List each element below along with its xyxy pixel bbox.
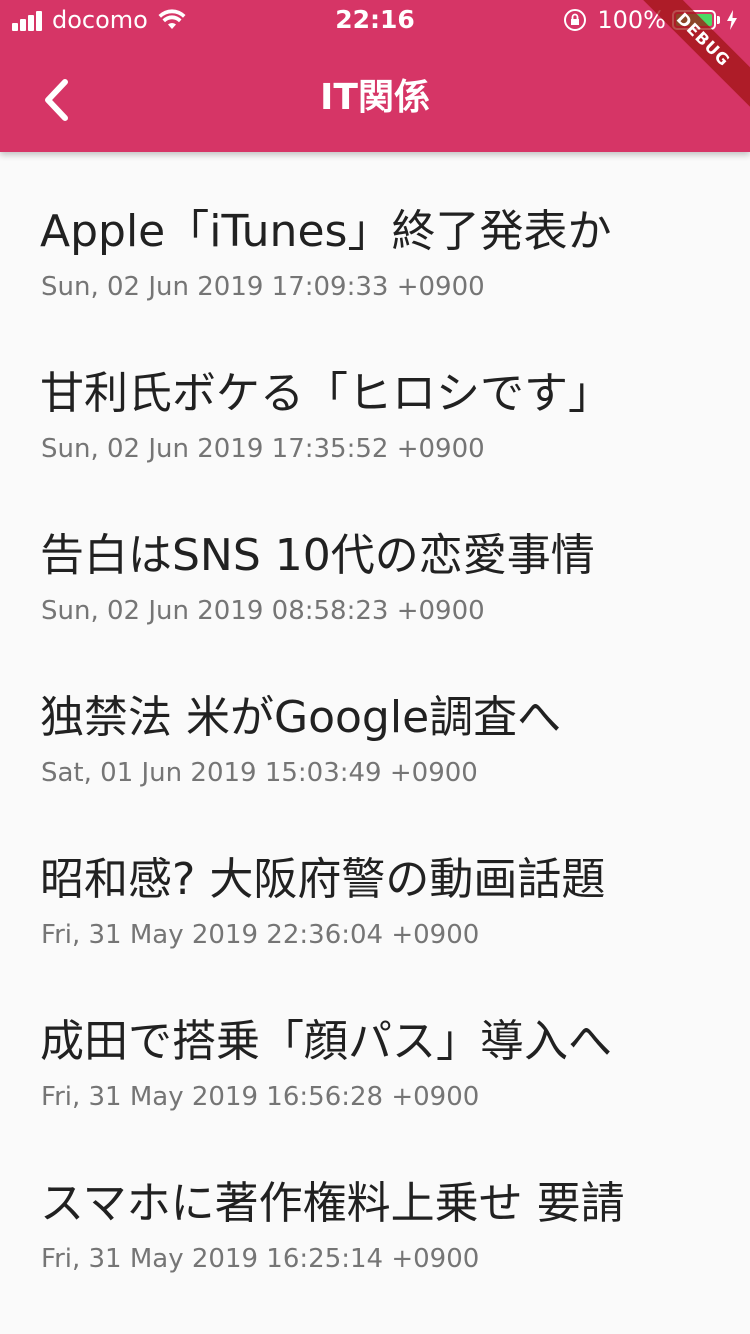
article-title: 独禁法 米がGoogle調査へ	[40, 692, 562, 743]
battery-tip	[717, 16, 720, 24]
article-date: Sat, 01 Jun 2019 15:03:49 +0900	[41, 758, 478, 788]
list-item[interactable]: 独禁法 米がGoogle調査へ Sat, 01 Jun 2019 15:03:4…	[0, 638, 750, 800]
article-title: 甘利氏ボケる「ヒロシです」	[40, 368, 612, 419]
list-item[interactable]: 昭和感? 大阪府警の動画話題 Fri, 31 May 2019 22:36:04…	[0, 800, 750, 962]
article-date: Fri, 31 May 2019 22:36:04 +0900	[41, 920, 480, 950]
article-date: Fri, 31 May 2019 16:56:28 +0900	[41, 1082, 480, 1112]
article-title: 昭和感? 大阪府警の動画話題	[40, 854, 606, 905]
article-title: 成田で搭乗「顔パス」導入へ	[40, 1016, 612, 1067]
rotation-lock-icon	[564, 9, 587, 31]
status-bar: docomo 22:16 100%	[0, 0, 750, 40]
charging-bolt-icon	[727, 10, 737, 30]
article-date: Sun, 02 Jun 2019 17:09:33 +0900	[41, 272, 485, 302]
article-title: スマホに著作権料上乗せ 要請	[40, 1178, 625, 1229]
article-date: Sun, 02 Jun 2019 08:58:23 +0900	[41, 596, 485, 626]
list-item[interactable]: 甘利氏ボケる「ヒロシです」 Sun, 02 Jun 2019 17:35:52 …	[0, 314, 750, 476]
article-title: Apple「iTunes」終了発表か	[40, 206, 612, 257]
article-title: 告白はSNS 10代の恋愛事情	[40, 530, 595, 581]
battery-level	[676, 14, 712, 26]
app-bar: docomo 22:16 100% IT関係	[0, 0, 750, 152]
list-item[interactable]: Apple「iTunes」終了発表か Sun, 02 Jun 2019 17:0…	[0, 152, 750, 314]
list-item[interactable]: スマホに著作権料上乗せ 要請 Fri, 31 May 2019 16:25:14…	[0, 1124, 750, 1286]
battery-percent: 100%	[597, 6, 666, 34]
article-date: Sun, 02 Jun 2019 17:35:52 +0900	[41, 434, 485, 464]
battery-icon	[672, 10, 716, 30]
status-right: 100%	[563, 6, 738, 34]
list-item[interactable]: 成田で搭乗「顔パス」導入へ Fri, 31 May 2019 16:56:28 …	[0, 962, 750, 1124]
article-date: Fri, 31 May 2019 16:25:14 +0900	[41, 1244, 480, 1274]
page-title: IT関係	[320, 77, 430, 118]
list-item[interactable]: 告白はSNS 10代の恋愛事情 Sun, 02 Jun 2019 08:58:2…	[0, 476, 750, 638]
